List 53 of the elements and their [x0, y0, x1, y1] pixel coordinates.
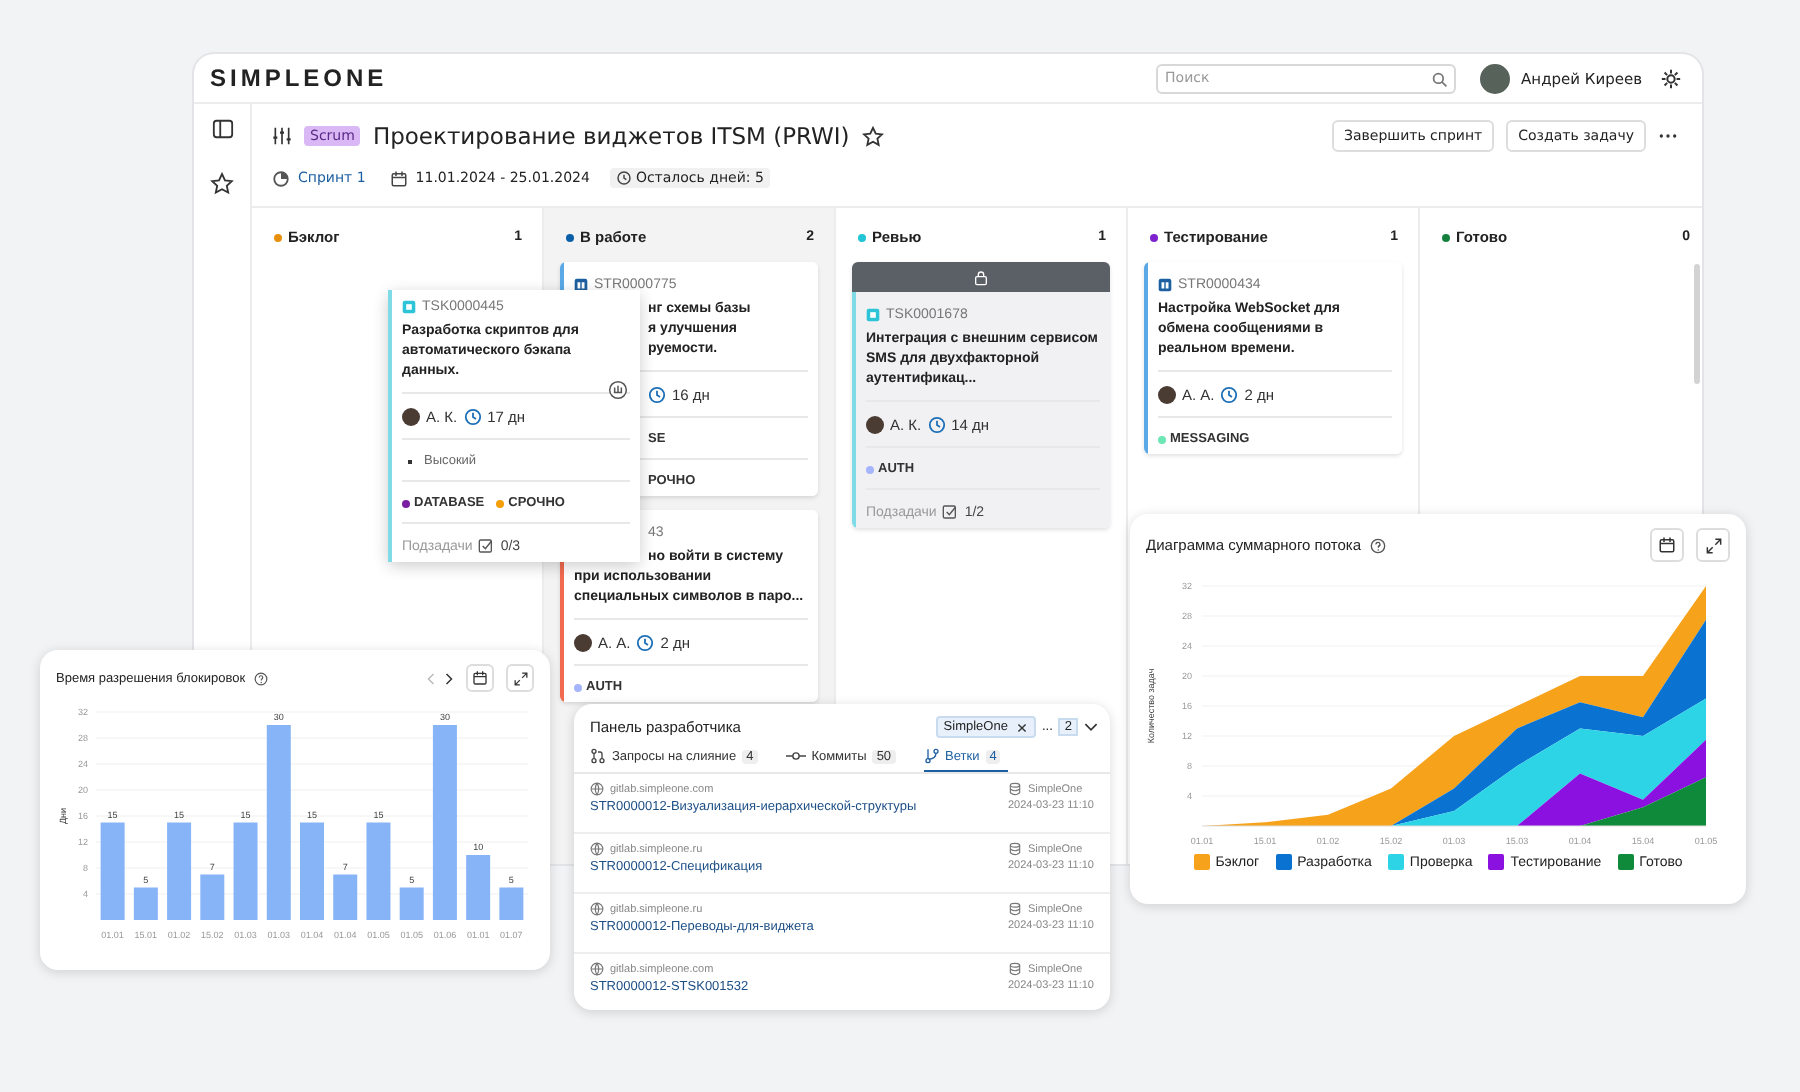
lock-icon	[974, 269, 988, 285]
database-icon	[1007, 902, 1022, 916]
checkbox-icon	[478, 538, 495, 554]
sliders-icon[interactable]	[272, 126, 292, 146]
avatar	[866, 416, 884, 434]
avatar	[1158, 386, 1176, 404]
more-icon[interactable]	[1658, 132, 1678, 140]
star-icon[interactable]	[210, 172, 234, 196]
expand-icon	[513, 671, 527, 685]
avatar	[574, 634, 592, 652]
settings-icon[interactable]	[1660, 67, 1682, 89]
database-icon	[1007, 842, 1022, 856]
timer-icon	[615, 170, 632, 186]
calendar-icon	[389, 169, 408, 187]
globe-icon	[590, 962, 604, 976]
database-icon	[1007, 782, 1022, 796]
expand-button[interactable]	[506, 664, 534, 692]
clock-icon	[648, 386, 666, 404]
clock-icon	[1220, 386, 1239, 404]
avatar	[402, 408, 420, 426]
close-icon[interactable]	[1015, 721, 1028, 733]
checkbox-icon	[942, 504, 959, 520]
book-icon	[1158, 278, 1172, 292]
globe-icon	[590, 842, 604, 856]
star-icon[interactable]	[861, 125, 884, 147]
caret-icon[interactable]	[1084, 722, 1098, 732]
database-icon	[1007, 962, 1022, 976]
clock-icon	[927, 416, 946, 434]
sprint-icon	[272, 169, 290, 187]
globe-icon	[590, 902, 604, 916]
sidebar-toggle-icon[interactable]	[211, 118, 233, 140]
calendar-button[interactable]	[1650, 528, 1684, 562]
expand-button[interactable]	[1696, 528, 1730, 562]
calendar-icon	[472, 670, 488, 686]
clock-icon	[636, 634, 655, 652]
clock-icon	[463, 408, 482, 426]
help-icon[interactable]	[253, 671, 268, 685]
commit-icon	[785, 750, 806, 762]
help-icon[interactable]	[1369, 537, 1386, 553]
avatar[interactable]	[1479, 63, 1510, 93]
branch-icon	[923, 748, 940, 764]
search-icon	[1431, 71, 1448, 87]
calendar-icon	[1658, 536, 1676, 554]
task-icon	[866, 308, 880, 322]
calendar-button[interactable]	[466, 664, 494, 692]
chevron-right-icon[interactable]	[444, 671, 454, 685]
task-icon	[402, 300, 416, 314]
expand-icon	[1705, 537, 1721, 553]
project-title: Проектирование виджетов ITSM (PRWI)	[372, 122, 850, 150]
cursor-icon	[608, 380, 628, 400]
logo: SIMPLEONE	[210, 64, 388, 92]
globe-icon	[590, 782, 604, 796]
merge-icon	[590, 748, 606, 764]
